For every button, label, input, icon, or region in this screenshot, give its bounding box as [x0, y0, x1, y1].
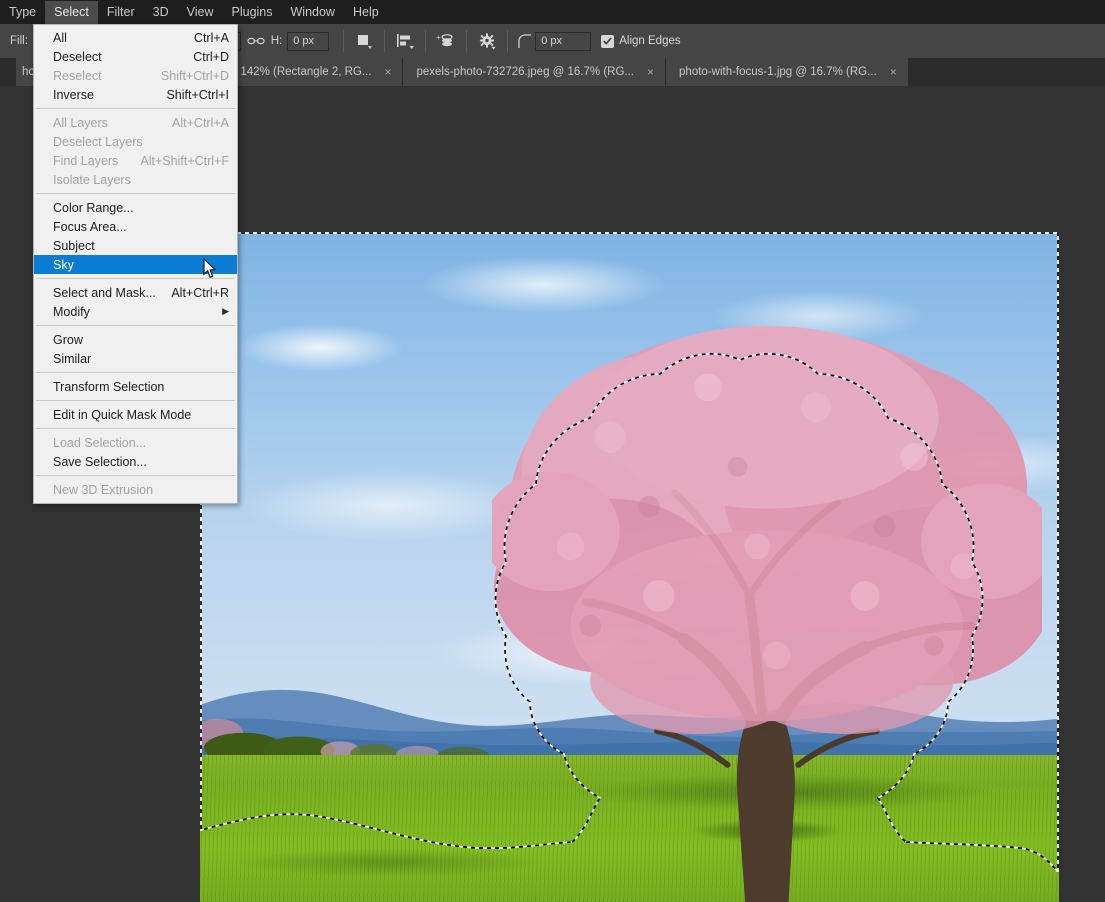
menu-item-label: Edit in Quick Mask Mode	[53, 407, 192, 422]
menu-item-isolate-layers: Isolate Layers	[34, 170, 237, 189]
menubar-item-type[interactable]: Type	[0, 1, 45, 24]
align-edges-checkbox[interactable]	[601, 34, 615, 48]
menu-item-label: All	[53, 30, 67, 45]
svg-text:+: +	[436, 33, 441, 42]
select-menu-dropdown[interactable]: All Ctrl+A Deselect Ctrl+D Reselect Shift+Ctr…	[33, 24, 238, 504]
document-canvas[interactable]	[200, 232, 1059, 902]
menu-separator	[36, 193, 235, 194]
menu-item-modify[interactable]: Modify ▶	[34, 302, 237, 321]
menu-item-label: Load Selection...	[53, 435, 147, 450]
menu-item-color-range[interactable]: Color Range...	[34, 198, 237, 217]
menu-item-label: Find Layers	[53, 153, 119, 168]
menu-separator	[36, 400, 235, 401]
divider	[507, 30, 509, 52]
tab-bar-gutter	[0, 58, 16, 86]
menu-item-label: Inverse	[53, 87, 94, 102]
menu-item-label: Modify	[53, 304, 90, 319]
menu-item-focus-area[interactable]: Focus Area...	[34, 217, 237, 236]
path-alignment-icon[interactable]	[392, 29, 418, 53]
close-icon[interactable]: ×	[384, 66, 391, 78]
menu-item-label: Save Selection...	[53, 454, 147, 469]
menu-item-grow[interactable]: Grow	[34, 330, 237, 349]
menu-item-shortcut: Shift+Ctrl+D	[160, 68, 229, 83]
menu-item-similar[interactable]: Similar	[34, 349, 237, 368]
menu-item-new-3d-extrusion: New 3D Extrusion	[34, 480, 237, 499]
menu-item-shortcut: Shift+Ctrl+I	[166, 87, 229, 102]
menubar-item-filter[interactable]: Filter	[98, 1, 144, 24]
menu-item-sky[interactable]: Sky	[34, 255, 237, 274]
menu-item-subject[interactable]: Subject	[34, 236, 237, 255]
photoshop-window: Type Select Filter 3D View Plugins Window Help …	[0, 0, 1105, 902]
menu-item-deselect[interactable]: Deselect Ctrl+D	[34, 47, 237, 66]
menu-separator	[36, 475, 235, 476]
menu-item-inverse[interactable]: Inverse Shift+Ctrl+I	[34, 85, 237, 104]
divider	[425, 30, 427, 52]
height-label: H:	[270, 35, 283, 47]
menu-item-label: Deselect Layers	[53, 134, 143, 149]
menu-bar: Type Select Filter 3D View Plugins Window Help	[0, 0, 1105, 24]
menubar-item-window[interactable]: Window	[282, 1, 344, 24]
menu-item-shortcut: Ctrl+A	[193, 30, 229, 45]
menu-item-transform-selection[interactable]: Transform Selection	[34, 377, 237, 396]
menu-item-edit-in-quick-mask-mode[interactable]: Edit in Quick Mask Mode	[34, 405, 237, 424]
menu-item-label: Grow	[53, 332, 83, 347]
menu-item-label: Similar	[53, 351, 92, 366]
menu-item-label: Color Range...	[53, 200, 134, 215]
document-tab-title: pexels-photo-732726.jpeg @ 16.7% (RG...	[416, 66, 635, 78]
menu-item-load-selection: Load Selection...	[34, 433, 237, 452]
path-operations-icon[interactable]	[351, 29, 377, 53]
blossom-canopy	[492, 325, 1042, 734]
menubar-item-select[interactable]: Select	[45, 0, 98, 24]
menu-item-save-selection[interactable]: Save Selection...	[34, 452, 237, 471]
menu-item-label: Transform Selection	[53, 379, 165, 394]
menu-item-label: Subject	[53, 238, 95, 253]
document-tab[interactable]: photo-with-focus-1.jpg @ 16.7% (RG... ×	[666, 58, 909, 86]
document-tab[interactable]: pexels-photo-732726.jpeg @ 16.7% (RG... ×	[403, 58, 667, 86]
menu-item-select-and-mask[interactable]: Select and Mask... Alt+Ctrl+R	[34, 283, 237, 302]
corner-radius-icon	[515, 29, 535, 53]
menu-item-label: Sky	[53, 257, 74, 272]
menubar-item-view[interactable]: View	[178, 1, 223, 24]
menu-item-label: All Layers	[53, 115, 108, 130]
align-edges-toggle[interactable]: Align Edges	[601, 34, 681, 48]
cherry-blossom-tree	[492, 325, 1042, 902]
menu-separator	[36, 325, 235, 326]
menu-item-label: Reselect	[53, 68, 102, 83]
fill-label: Fill:	[10, 35, 28, 47]
submenu-arrow-icon: ▶	[222, 306, 229, 316]
menu-item-shortcut: Alt+Ctrl+A	[172, 115, 229, 130]
menubar-item-plugins[interactable]: Plugins	[223, 1, 282, 24]
divider	[343, 30, 345, 52]
path-arrangement-icon[interactable]: +	[433, 29, 459, 53]
menu-item-label: Deselect	[53, 49, 102, 64]
close-icon[interactable]: ×	[890, 66, 897, 78]
corner-radius-input[interactable]: 0 px	[535, 31, 592, 51]
menu-item-find-layers: Find Layers Alt+Shift+Ctrl+F	[34, 151, 237, 170]
menu-item-label: Select and Mask...	[53, 285, 156, 300]
menu-item-deselect-layers: Deselect Layers	[34, 132, 237, 151]
menu-item-shortcut: Alt+Shift+Ctrl+F	[140, 153, 229, 168]
align-edges-label: Align Edges	[619, 35, 681, 47]
document-tab-title: photo-with-focus-1.jpg @ 16.7% (RG...	[679, 66, 877, 78]
menu-separator	[36, 278, 235, 279]
menu-item-label: Isolate Layers	[53, 172, 131, 187]
divider	[466, 30, 468, 52]
menu-item-reselect: Reselect Shift+Ctrl+D	[34, 66, 237, 85]
gear-icon[interactable]	[474, 29, 500, 53]
height-input[interactable]: 0 px	[287, 31, 330, 51]
menu-separator	[36, 372, 235, 373]
menu-separator	[36, 108, 235, 109]
close-icon[interactable]: ×	[647, 66, 654, 78]
menu-item-shortcut: Ctrl+D	[193, 49, 229, 64]
menu-separator	[36, 428, 235, 429]
divider	[384, 30, 386, 52]
menubar-item-help[interactable]: Help	[344, 1, 388, 24]
menu-item-shortcut: Alt+Ctrl+R	[171, 285, 229, 300]
menubar-item-3d[interactable]: 3D	[144, 1, 178, 24]
menu-item-label: New 3D Extrusion	[53, 482, 154, 497]
menu-item-all-layers: All Layers Alt+Ctrl+A	[34, 113, 237, 132]
menu-item-label: Focus Area...	[53, 219, 127, 234]
link-chain-icon[interactable]	[241, 29, 271, 53]
menu-item-all[interactable]: All Ctrl+A	[34, 28, 237, 47]
